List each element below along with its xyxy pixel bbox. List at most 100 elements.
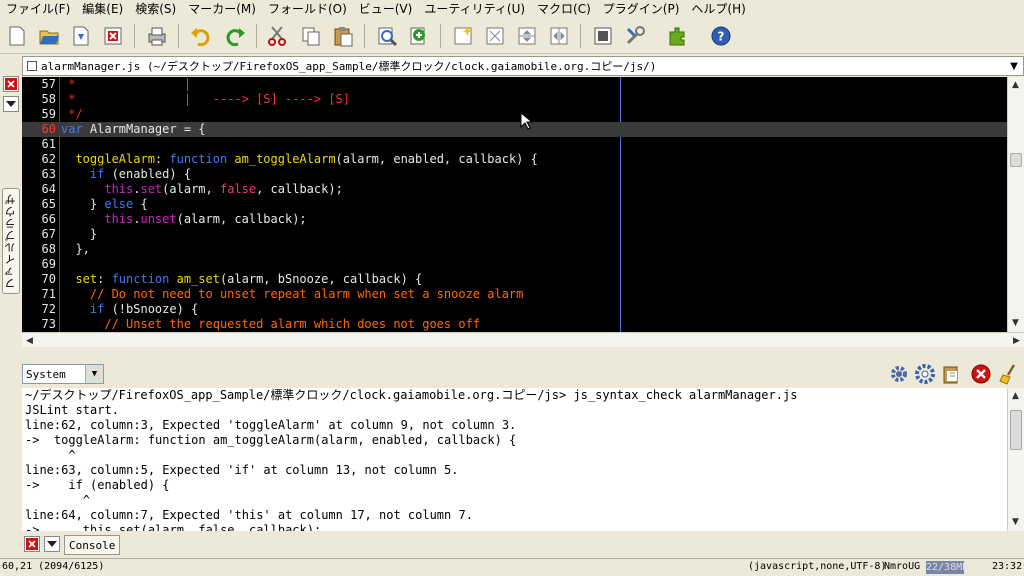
bottom-dock-tabbar: Console xyxy=(0,533,1024,557)
text-area[interactable]: 57 * | 58 * | ----> [S] ----> [S] 59 */60 v… xyxy=(22,77,1007,332)
line-number: 66 xyxy=(41,212,56,226)
code-line[interactable]: 65 } else { xyxy=(22,197,1007,212)
print-icon[interactable] xyxy=(144,23,170,49)
save-file-icon[interactable] xyxy=(68,23,94,49)
code-token: this xyxy=(61,212,134,226)
chevron-down-icon[interactable]: ▼ xyxy=(1007,59,1021,73)
plugin-manager-icon[interactable] xyxy=(664,23,690,49)
settings-gear-icon[interactable] xyxy=(914,363,936,385)
code-text: * | ----> [S] ----> [S] xyxy=(61,92,350,107)
editor-horizontal-scrollbar[interactable]: ◀ ▶ xyxy=(22,332,1024,347)
menu-item[interactable]: ファイル(F) xyxy=(0,0,76,18)
split-vertical-icon[interactable] xyxy=(546,23,572,49)
buffer-options-icon[interactable] xyxy=(590,23,616,49)
code-text: if (!bSnooze) { xyxy=(61,302,198,317)
code-line[interactable]: 58 * | ----> [S] ----> [S] xyxy=(22,92,1007,107)
scroll-down-icon[interactable]: ▼ xyxy=(1008,315,1023,330)
console-vertical-scrollbar[interactable]: ▲ ▼ xyxy=(1007,388,1024,531)
code-line[interactable]: 61 xyxy=(22,137,1007,152)
paste-icon[interactable] xyxy=(330,23,356,49)
code-line[interactable]: 59 */ xyxy=(22,107,1007,122)
memory-status[interactable]: 22/38MB xyxy=(926,561,968,574)
code-line[interactable]: 72 if (!bSnooze) { xyxy=(22,302,1007,317)
code-token: am_toggleAlarm xyxy=(227,152,336,166)
global-options-icon[interactable] xyxy=(622,23,648,49)
dock-menu-icon[interactable] xyxy=(3,96,19,112)
menu-item[interactable]: ユーティリティ(U) xyxy=(418,0,531,18)
code-line[interactable]: 57 * | xyxy=(22,77,1007,92)
code-token: set xyxy=(61,272,98,286)
help-icon[interactable]: ? xyxy=(708,23,734,49)
code-line[interactable]: 73 // Unset the requested alarm which do… xyxy=(22,317,1007,332)
menu-item[interactable]: ビュー(V) xyxy=(353,0,419,18)
code-line[interactable]: 63 if (enabled) { xyxy=(22,167,1007,182)
scroll-right-icon[interactable]: ▶ xyxy=(1009,333,1024,348)
code-line[interactable]: 60 var AlarmManager = { xyxy=(22,122,1007,137)
dock-menu-icon[interactable] xyxy=(44,536,60,552)
tab-console[interactable]: Console xyxy=(64,535,121,555)
code-line[interactable]: 69 xyxy=(22,257,1007,272)
code-token: toggleAlarm xyxy=(61,152,155,166)
line-number: 68 xyxy=(41,242,56,256)
copy-icon[interactable] xyxy=(298,23,324,49)
split-horizontal-icon[interactable] xyxy=(514,23,540,49)
find-icon[interactable] xyxy=(374,23,400,49)
run-gears-icon[interactable] xyxy=(888,363,910,385)
shell-selector[interactable]: System ▼ xyxy=(22,364,104,384)
editor-vertical-scrollbar[interactable]: ▲ ▼ xyxy=(1007,77,1024,332)
file-browser-tab[interactable]: ファイルブラウザ xyxy=(2,188,20,294)
buffer-switcher[interactable]: alarmManager.js (~/デスクトップ/FirefoxOS_app_… xyxy=(22,56,1024,76)
caret-position[interactable]: 60,21 (2094/6125) xyxy=(2,561,104,572)
undo-icon[interactable] xyxy=(188,23,214,49)
code-token: : xyxy=(97,272,112,286)
paste-to-buffer-icon[interactable] xyxy=(940,363,962,385)
code-text: */ xyxy=(61,107,82,122)
code-token: // Do not need to unset repeat alarm whe… xyxy=(61,287,524,301)
buffer-flags[interactable]: NmroUG xyxy=(884,561,920,572)
clear-broom-icon[interactable] xyxy=(998,363,1020,385)
close-file-icon[interactable] xyxy=(100,23,126,49)
close-dock-icon[interactable] xyxy=(3,76,19,92)
code-line[interactable]: 66 this.unset(alarm, callback); xyxy=(22,212,1007,227)
menu-item[interactable]: プラグイン(P) xyxy=(597,0,686,18)
status-bar: 60,21 (2094/6125) (javascript,none,UTF-8… xyxy=(0,558,1024,576)
menu-item[interactable]: 編集(E) xyxy=(76,0,129,18)
code-text: } else { xyxy=(61,197,148,212)
scroll-left-icon[interactable]: ◀ xyxy=(22,333,37,348)
scroll-up-icon[interactable]: ▲ xyxy=(1008,388,1023,403)
code-line[interactable]: 67 } xyxy=(22,227,1007,242)
console-output[interactable]: ~/デスクトップ/FirefoxOS_app_Sample/標準クロック/clo… xyxy=(22,388,1007,531)
redo-icon[interactable] xyxy=(222,23,248,49)
menu-item[interactable]: マクロ(C) xyxy=(531,0,597,18)
code-token: if xyxy=(61,167,105,181)
code-line[interactable]: 68 }, xyxy=(22,242,1007,257)
code-line[interactable]: 70 set: function am_set(alarm, bSnooze, … xyxy=(22,272,1007,287)
scroll-up-icon[interactable]: ▲ xyxy=(1008,77,1023,92)
code-line[interactable]: 71 // Do not need to unset repeat alarm … xyxy=(22,287,1007,302)
panel-splitter[interactable] xyxy=(0,347,1024,361)
scroll-thumb[interactable] xyxy=(1010,410,1022,450)
close-dock-icon[interactable] xyxy=(24,536,40,552)
new-view-icon[interactable] xyxy=(450,23,476,49)
code-token: | xyxy=(75,77,192,91)
new-file-icon[interactable] xyxy=(4,23,30,49)
code-token: AlarmManager = { xyxy=(82,122,206,136)
code-token: (alarm, bSnooze, callback) { xyxy=(219,272,423,286)
open-file-icon[interactable] xyxy=(36,23,62,49)
scroll-thumb[interactable] xyxy=(1010,153,1022,167)
line-number: 64 xyxy=(41,182,56,196)
unsplit-icon[interactable] xyxy=(482,23,508,49)
menu-item[interactable]: マーカー(M) xyxy=(182,0,262,18)
stop-icon[interactable] xyxy=(970,363,992,385)
cut-icon[interactable] xyxy=(264,23,290,49)
menu-item[interactable]: ヘルプ(H) xyxy=(685,0,751,18)
menu-item[interactable]: 検索(S) xyxy=(129,0,182,18)
code-token: set xyxy=(140,182,163,196)
code-line[interactable]: 64 this.set(alarm, false, callback); xyxy=(22,182,1007,197)
replace-icon[interactable] xyxy=(406,23,432,49)
chevron-down-icon[interactable]: ▼ xyxy=(85,365,103,383)
buffer-mode[interactable]: (javascript,none,UTF-8) xyxy=(748,561,886,572)
menu-item[interactable]: フォールド(O) xyxy=(262,0,353,18)
code-line[interactable]: 62 toggleAlarm: function am_toggleAlarm(… xyxy=(22,152,1007,167)
scroll-down-icon[interactable]: ▼ xyxy=(1008,514,1023,529)
